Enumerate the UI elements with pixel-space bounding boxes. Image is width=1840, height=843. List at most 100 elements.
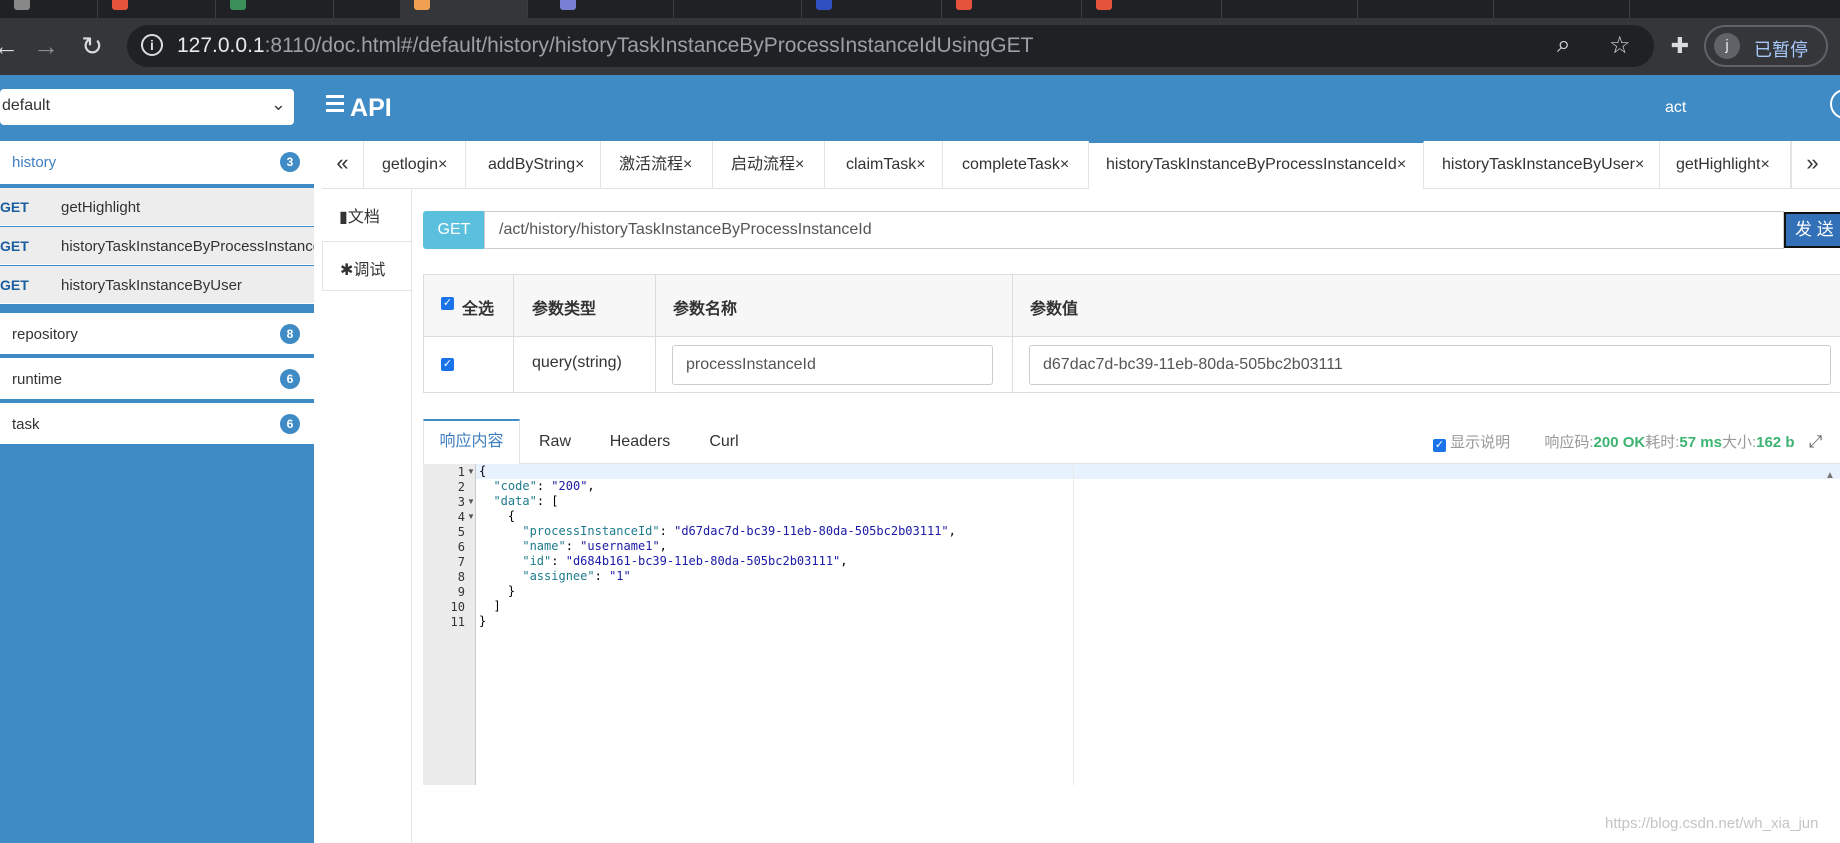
- tab-response-content[interactable]: 响应内容: [423, 419, 520, 465]
- browser-tab-active[interactable]: [400, 0, 528, 18]
- browser-tab[interactable]: [546, 0, 674, 18]
- table-row: ✓ query(string) processInstanceId d67dac…: [424, 337, 1840, 393]
- browser-tab[interactable]: [1082, 0, 1222, 18]
- tab-label: completeTask: [962, 156, 1060, 173]
- tab-historytaskinstancebyuser[interactable]: historyTaskInstanceByUser×: [1424, 141, 1660, 189]
- browser-tab[interactable]: [1494, 0, 1630, 18]
- response-editor[interactable]: 1 2 3 4 5 6 7 8 9 10 11 ▼ ▼ ▼ { "code": …: [423, 464, 1840, 785]
- reload-icon[interactable]: ↻: [72, 26, 112, 66]
- fold-icon[interactable]: ▼: [467, 467, 475, 476]
- close-icon[interactable]: ×: [575, 156, 584, 173]
- profile-button[interactable]: j 已暂停: [1704, 25, 1828, 67]
- count-badge: 8: [280, 324, 300, 344]
- line-number: 3: [457, 495, 465, 509]
- user-menu-icon[interactable]: [1830, 89, 1840, 119]
- back-icon[interactable]: ←: [0, 26, 26, 66]
- group-select[interactable]: default ⌄: [0, 89, 294, 125]
- sidebar-group-task[interactable]: task 6: [0, 403, 314, 445]
- tabs-next-icon[interactable]: »: [1791, 141, 1833, 189]
- browser-tab[interactable]: [942, 0, 1082, 18]
- close-icon[interactable]: ×: [916, 156, 925, 173]
- tab-raw[interactable]: Raw: [520, 419, 590, 464]
- info-icon[interactable]: i: [141, 34, 163, 56]
- json-value: username1: [587, 539, 653, 553]
- document-icon: ▮: [339, 209, 348, 226]
- sidebar-item-gethighlight[interactable]: GET getHighlight: [0, 188, 314, 226]
- json-value: 1: [616, 569, 624, 583]
- close-icon[interactable]: ×: [683, 156, 692, 173]
- header-param-name: 参数名称: [656, 275, 1013, 336]
- api-path-label: getHighlight: [61, 199, 141, 216]
- browser-tab[interactable]: [802, 0, 942, 18]
- favicon-icon: [560, 0, 576, 10]
- favicon-icon: [956, 0, 972, 10]
- header-user[interactable]: act: [1665, 99, 1686, 117]
- close-icon[interactable]: ×: [1397, 156, 1406, 173]
- sidebar-group-history[interactable]: history 3: [0, 141, 314, 185]
- browser-tab[interactable]: [216, 0, 334, 18]
- row-checkbox[interactable]: ✓: [441, 358, 454, 371]
- tab-getlogin[interactable]: getlogin×: [364, 141, 466, 189]
- forward-icon[interactable]: →: [26, 26, 66, 66]
- tab-doc[interactable]: ▮文档: [322, 189, 412, 239]
- favicon-icon: [112, 0, 128, 10]
- brand[interactable]: API: [326, 91, 392, 123]
- tab-start-process[interactable]: 启动流程×: [713, 141, 825, 189]
- param-name-input[interactable]: processInstanceId: [672, 345, 993, 385]
- brand-title: API: [350, 94, 392, 122]
- close-icon[interactable]: ×: [438, 156, 447, 173]
- address-bar[interactable]: i 127.0.0.1:8110/doc.html#/default/histo…: [127, 25, 1654, 67]
- line-number: 5: [457, 525, 465, 539]
- extensions-icon[interactable]: ✚: [1660, 26, 1700, 66]
- line-number: 7: [457, 555, 465, 569]
- close-icon[interactable]: ×: [795, 156, 804, 173]
- select-all-checkbox[interactable]: ✓: [441, 297, 454, 310]
- tab-headers[interactable]: Headers: [590, 419, 690, 464]
- json-value: d67dac7d-bc39-11eb-80da-505bc2b03111: [681, 524, 942, 538]
- tab-historytaskinstancebyprocessinstanceid[interactable]: historyTaskInstanceByProcessInstanceId×: [1089, 141, 1424, 189]
- tab-claimtask[interactable]: claimTask×: [825, 141, 943, 189]
- size-value: 162 b: [1756, 434, 1795, 451]
- tab-gethighlight[interactable]: getHighlight×: [1660, 141, 1791, 189]
- browser-tab[interactable]: [1358, 0, 1494, 18]
- tab-debug[interactable]: ✱调试: [322, 241, 413, 291]
- browser-tab[interactable]: [0, 0, 98, 18]
- sidebar-item-historytaskinstancebyuser[interactable]: GET historyTaskInstanceByUser: [0, 266, 314, 304]
- sidebar-group-repository[interactable]: repository 8: [0, 313, 314, 355]
- tab-completetask[interactable]: completeTask×: [943, 141, 1089, 189]
- close-icon[interactable]: ×: [1635, 156, 1644, 173]
- tab-activate-process[interactable]: 激活流程×: [601, 141, 713, 189]
- close-icon[interactable]: ×: [1761, 156, 1770, 173]
- bug-icon: ✱: [340, 262, 354, 279]
- fullscreen-icon[interactable]: ⤢: [1809, 432, 1823, 451]
- menu-icon[interactable]: [326, 91, 344, 116]
- column-header: 参数值: [1030, 301, 1079, 318]
- json-value: d684b161-bc39-11eb-80da-505bc2b03111: [572, 554, 834, 568]
- tabs-prev-icon[interactable]: «: [322, 141, 364, 189]
- url-path: :8110/doc.html#/default/history/historyT…: [264, 34, 1034, 57]
- tab-label: 调试: [353, 262, 386, 279]
- sidebar-group-label: repository: [12, 326, 78, 343]
- tab-curl[interactable]: Curl: [690, 419, 758, 464]
- tab-label: claimTask: [846, 156, 917, 173]
- tab-addbystring[interactable]: addByString×: [466, 141, 601, 189]
- sidebar-item-historytaskinstancebyprocessinstanceid[interactable]: GET historyTaskInstanceByProcessInstance…: [0, 227, 314, 265]
- sidebar-group-runtime[interactable]: runtime 6: [0, 358, 314, 400]
- request-url-input[interactable]: /act/history/historyTaskInstanceByProces…: [484, 211, 1784, 249]
- close-icon[interactable]: ×: [1060, 156, 1069, 173]
- scroll-up-icon[interactable]: ▲: [1825, 470, 1835, 481]
- browser-tab[interactable]: [1222, 0, 1358, 18]
- send-button[interactable]: 发 送: [1784, 212, 1840, 248]
- show-desc-checkbox[interactable]: ✓: [1433, 439, 1446, 452]
- row-select-cell: ✓: [424, 337, 514, 393]
- zoom-icon[interactable]: ⌕: [1557, 31, 1570, 59]
- url-text[interactable]: 127.0.0.1:8110/doc.html#/default/history…: [177, 34, 1033, 58]
- browser-tab[interactable]: [98, 0, 216, 18]
- fold-icon[interactable]: ▼: [467, 497, 475, 506]
- fold-icon[interactable]: ▼: [467, 512, 475, 521]
- star-icon[interactable]: ☆: [1609, 31, 1631, 60]
- param-value-input[interactable]: d67dac7d-bc39-11eb-80da-505bc2b03111: [1029, 345, 1831, 385]
- browser-tab[interactable]: [674, 0, 802, 18]
- param-type-cell: query(string): [514, 337, 656, 393]
- avatar: j: [1714, 33, 1740, 59]
